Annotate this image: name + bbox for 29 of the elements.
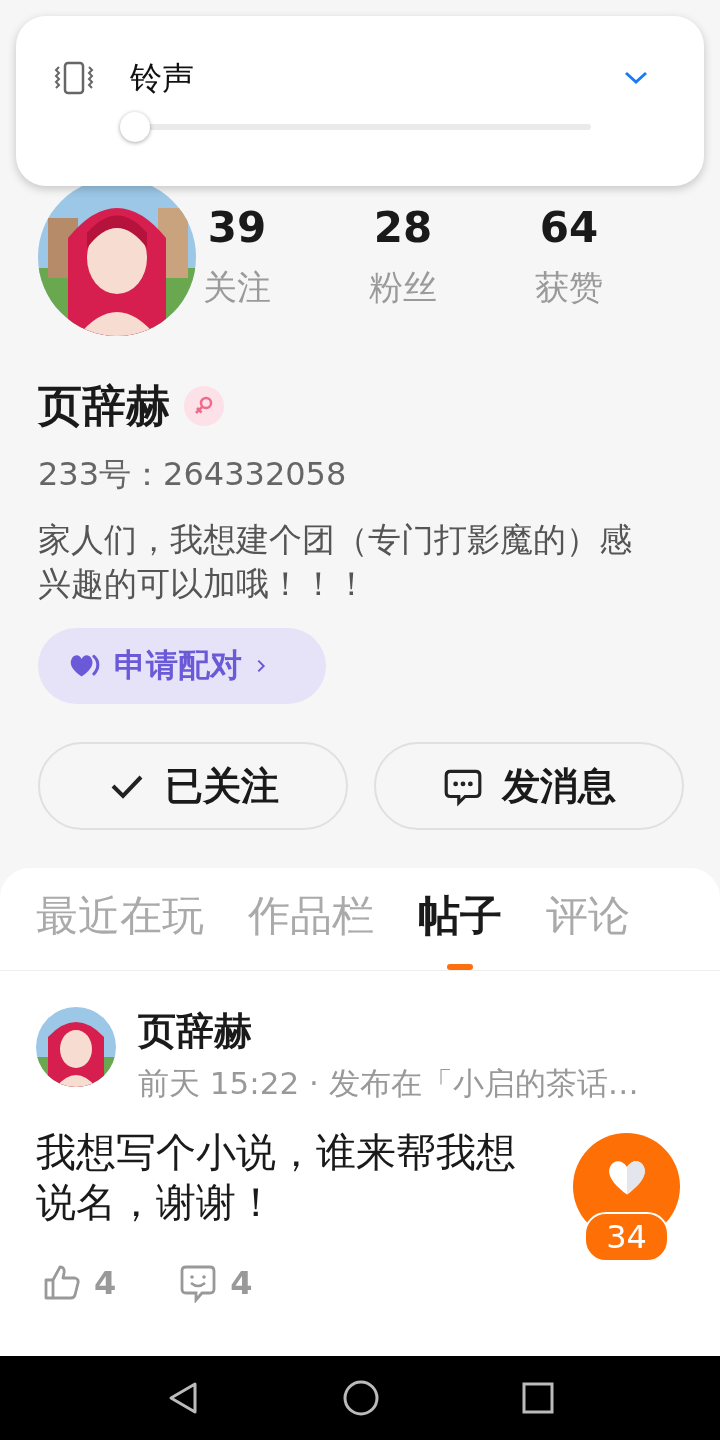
user-bio: 家人们，我想建个团（专门打影魔的）感兴趣的可以加哦！！！: [38, 519, 633, 605]
stat-label[interactable]: 获赞: [535, 262, 603, 312]
tab[interactable]: 评论: [546, 886, 630, 970]
comment-button[interactable]: 4: [172, 1263, 253, 1303]
stat-label[interactable]: 关注: [203, 262, 271, 312]
home-icon[interactable]: [342, 1379, 380, 1417]
follow-button[interactable]: 已关注: [38, 742, 348, 830]
like-button[interactable]: 4: [36, 1263, 117, 1303]
recents-icon[interactable]: [520, 1381, 555, 1415]
tab[interactable]: 作品栏: [248, 886, 374, 970]
slider-thumb[interactable]: [120, 112, 150, 142]
message-button[interactable]: 发消息: [374, 742, 684, 830]
stat-count: 39: [207, 202, 267, 254]
chevron-down-icon[interactable]: [624, 71, 648, 85]
stat-count: 28: [373, 202, 433, 254]
tab[interactable]: 最近在玩: [36, 886, 204, 970]
ringtone-label: 铃声: [130, 58, 195, 99]
user-name: 页辞赫: [38, 379, 170, 433]
vibrate-icon: [52, 61, 96, 95]
user-id: 233号：264332058: [38, 454, 348, 495]
match-button[interactable]: 申请配对: [38, 628, 326, 704]
stat-count: 64: [539, 202, 599, 254]
post-text: 说名，谢谢！: [36, 1178, 276, 1227]
post-meta: 前天 15:22 · 发布在「小启的茶话…: [138, 1064, 639, 1103]
author-name: 页辞赫: [138, 1008, 253, 1055]
tab[interactable]: 帖子: [418, 886, 502, 970]
female-icon: [184, 386, 224, 426]
post-text: 我想写个小说，谁来帮我想: [36, 1128, 516, 1177]
stat-label[interactable]: 粉丝: [369, 262, 437, 312]
